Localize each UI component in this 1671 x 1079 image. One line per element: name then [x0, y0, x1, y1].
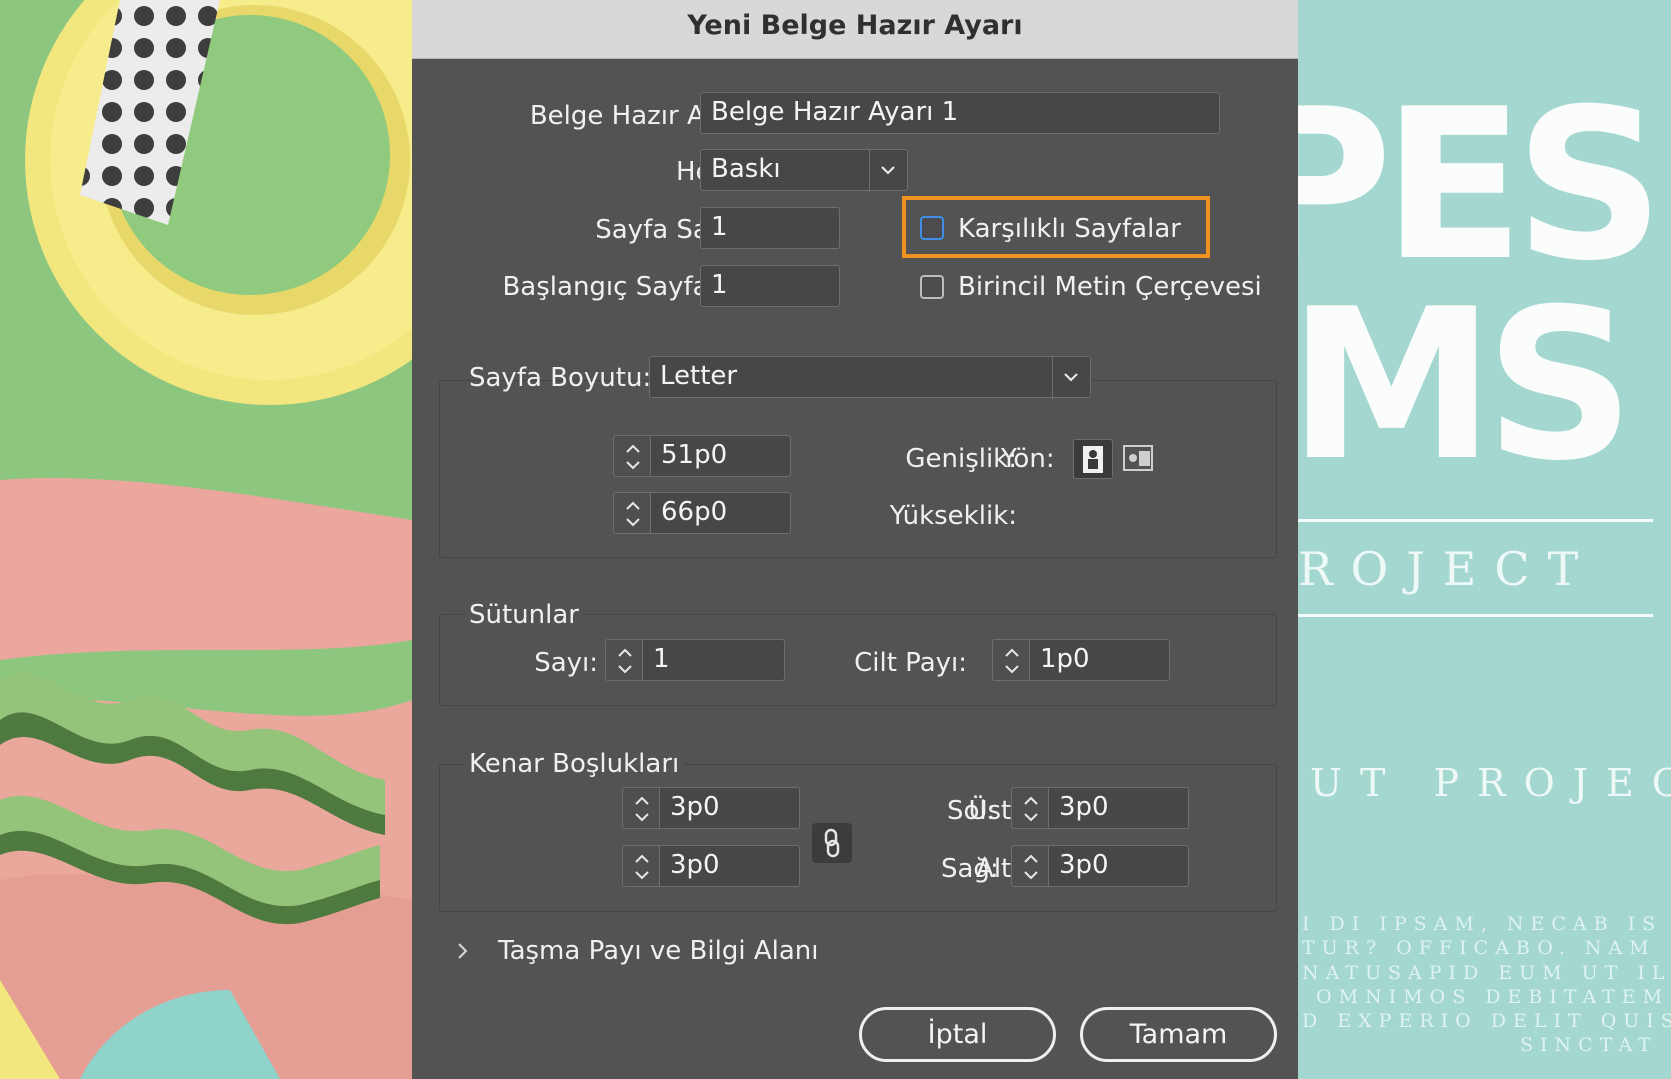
- start-page-input[interactable]: 1: [700, 265, 840, 307]
- facing-pages-checkbox[interactable]: [920, 216, 944, 240]
- poster-body-line: NATUSAPID EUM UT IL: [1302, 962, 1671, 984]
- page-size-value: Letter: [660, 361, 738, 391]
- margin-right-label: Sağ:: [941, 854, 999, 884]
- columns-number-value: 1: [653, 644, 670, 674]
- poster-headline-1: PES: [1298, 65, 1664, 307]
- stepper-arrows-icon[interactable]: [1011, 845, 1049, 887]
- poster-subtitle-2: UT PROJECT: [1310, 761, 1671, 805]
- cancel-button[interactable]: İptal: [859, 1007, 1056, 1062]
- margin-top-stepper[interactable]: 3p0: [622, 787, 800, 829]
- bleed-slug-disclosure[interactable]: Taşma Payı ve Bilgi Alanı: [452, 933, 872, 969]
- margin-bottom-input[interactable]: 3p0: [660, 845, 800, 887]
- chain-link-icon: [824, 828, 840, 858]
- link-margins-button[interactable]: [812, 823, 852, 863]
- page-count-input[interactable]: 1: [700, 207, 840, 249]
- preset-name-input[interactable]: Belge Hazır Ayarı 1: [700, 92, 1220, 134]
- orientation-label: Yön:: [1001, 444, 1055, 474]
- height-label: Yükseklik:: [889, 501, 1017, 531]
- page-size-dropdown[interactable]: Letter: [649, 356, 1091, 399]
- margin-bottom-stepper[interactable]: 3p0: [622, 845, 800, 887]
- margin-top-input[interactable]: 3p0: [660, 787, 800, 829]
- dialog-title: Yeni Belge Hazır Ayarı: [687, 10, 1023, 41]
- margin-left-stepper[interactable]: 3p0: [1011, 787, 1189, 829]
- primary-text-frame-checkbox[interactable]: [920, 275, 944, 299]
- poster-subtitle-1: ROJECT: [1298, 542, 1597, 596]
- stepper-arrows-icon[interactable]: [622, 845, 660, 887]
- gutter-value: 1p0: [1040, 644, 1090, 674]
- stepper-arrows-icon[interactable]: [605, 639, 643, 681]
- chevron-right-icon: [458, 943, 468, 959]
- margin-bottom-value: 3p0: [670, 850, 720, 880]
- chevron-down-icon[interactable]: [1052, 357, 1090, 399]
- columns-title: Sütunlar: [465, 599, 583, 631]
- margin-right-value: 3p0: [1059, 850, 1109, 880]
- page-size-label: Sayfa Boyutu:: [469, 363, 652, 393]
- margin-left-input[interactable]: 3p0: [1049, 787, 1189, 829]
- margin-left-label: Sol:: [947, 796, 996, 826]
- portrait-icon: [1083, 446, 1103, 473]
- background-poster-right: PES MS ROJECT UT PROJECT I DI IPSAM, NEC…: [1298, 0, 1671, 1079]
- margins-title: Kenar Boşlukları: [465, 748, 684, 780]
- stepper-arrows-icon[interactable]: [613, 492, 651, 534]
- width-input[interactable]: 51p0: [651, 435, 791, 477]
- poster-body-line: OMNIMOS DEBITATEM: [1316, 986, 1670, 1008]
- primary-text-frame-label[interactable]: Birincil Metin Çerçevesi: [958, 271, 1262, 303]
- poster-body-line: I DI IPSAM, NECAB IS: [1302, 913, 1663, 935]
- start-page-value: 1: [711, 270, 728, 300]
- poster-body-line: SINCTAT: [1520, 1034, 1658, 1056]
- chevron-down-icon[interactable]: [869, 150, 907, 192]
- intent-value: Baskı: [711, 154, 781, 184]
- margin-right-input[interactable]: 3p0: [1049, 845, 1189, 887]
- gutter-input[interactable]: 1p0: [1030, 639, 1170, 681]
- height-value: 66p0: [661, 497, 728, 527]
- new-document-preset-dialog: Yeni Belge Hazır Ayarı Belge Hazır Ayarı…: [412, 0, 1298, 1079]
- columns-number-stepper[interactable]: 1: [605, 639, 785, 681]
- poster-headline-2: MS: [1298, 265, 1635, 507]
- margin-top-value: 3p0: [670, 792, 720, 822]
- facing-pages-label[interactable]: Karşılıklı Sayfalar: [958, 213, 1181, 245]
- columns-number-input[interactable]: 1: [643, 639, 785, 681]
- margin-right-stepper[interactable]: 3p0: [1011, 845, 1189, 887]
- height-stepper[interactable]: 66p0: [613, 492, 791, 534]
- portrait-orientation-button[interactable]: [1073, 439, 1113, 479]
- margin-left-value: 3p0: [1059, 792, 1109, 822]
- poster-divider: [1298, 519, 1653, 522]
- stepper-arrows-icon[interactable]: [622, 787, 660, 829]
- width-stepper[interactable]: 51p0: [613, 435, 791, 477]
- poster-body-line: TUR? OFFICABO. NAM: [1302, 937, 1656, 959]
- stepper-arrows-icon[interactable]: [992, 639, 1030, 681]
- gutter-label: Cilt Payı:: [854, 648, 967, 678]
- background-artwork-left: [0, 0, 412, 1079]
- landscape-orientation-button[interactable]: [1120, 439, 1160, 479]
- poster-divider: [1298, 614, 1653, 617]
- dialog-titlebar[interactable]: Yeni Belge Hazır Ayarı: [412, 0, 1298, 59]
- bleed-slug-label: Taşma Payı ve Bilgi Alanı: [498, 936, 819, 966]
- preset-name-value: Belge Hazır Ayarı 1: [711, 97, 959, 127]
- landscape-icon: [1123, 445, 1153, 471]
- abstract-3d-shapes-illustration: [0, 0, 412, 1079]
- intent-dropdown[interactable]: Baskı: [700, 149, 908, 192]
- page-count-value: 1: [711, 212, 728, 242]
- height-input[interactable]: 66p0: [651, 492, 791, 534]
- width-value: 51p0: [661, 440, 728, 470]
- ok-button[interactable]: Tamam: [1080, 1007, 1277, 1062]
- stepper-arrows-icon[interactable]: [613, 435, 651, 477]
- gutter-stepper[interactable]: 1p0: [992, 639, 1170, 681]
- columns-number-label: Sayı:: [534, 648, 598, 678]
- poster-body-line: D EXPERIO DELIT QUIS: [1302, 1010, 1671, 1032]
- stepper-arrows-icon[interactable]: [1011, 787, 1049, 829]
